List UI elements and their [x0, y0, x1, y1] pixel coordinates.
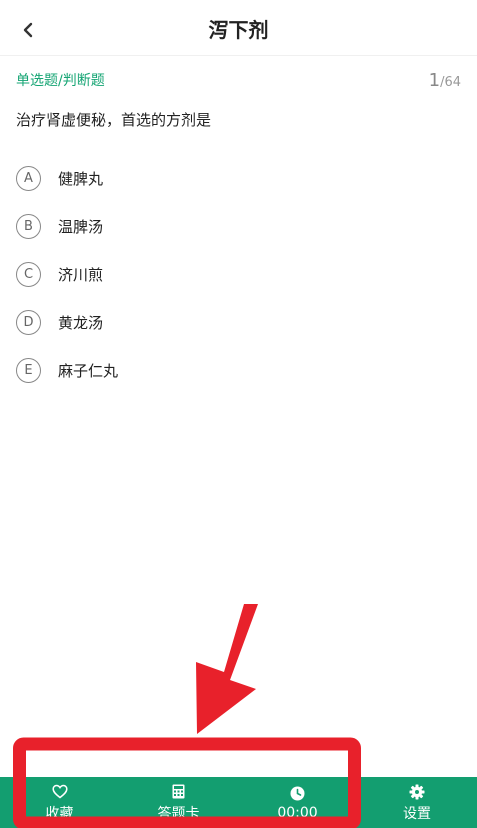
option-text: 健脾丸	[58, 170, 104, 189]
answer-card-label: 答题卡	[157, 805, 200, 822]
answer-options: A 健脾丸 B 温脾汤 C 济川煎 D 黄龙汤 E 麻子仁丸	[16, 155, 456, 394]
option-letter: D	[16, 309, 41, 335]
option-letter: A	[16, 166, 41, 192]
bottom-toolbar: 收藏 答题卡 00:00 设置	[0, 777, 477, 828]
option-a[interactable]: A 健脾丸	[16, 155, 456, 203]
timer-label: 00:00	[277, 804, 318, 821]
favorite-button[interactable]: 收藏	[0, 777, 119, 828]
answer-card-button[interactable]: 答题卡	[119, 777, 238, 828]
gear-icon	[409, 783, 425, 801]
red-arrow	[196, 604, 258, 734]
option-d[interactable]: D 黄龙汤	[16, 298, 456, 346]
top-bar: 泻下剂	[0, 0, 477, 56]
timer-button[interactable]: 00:00	[238, 777, 357, 828]
settings-label: 设置	[403, 805, 431, 822]
calculator-icon	[172, 783, 185, 801]
page-title: 泻下剂	[208, 18, 269, 42]
option-letter: C	[16, 261, 41, 287]
question-type-label: 单选题/判断题	[16, 73, 105, 89]
option-b[interactable]: B 温脾汤	[16, 203, 456, 251]
favorite-label: 收藏	[45, 805, 74, 822]
option-text: 黄龙汤	[58, 313, 104, 332]
clock-icon	[290, 785, 305, 803]
question-progress: 1/64	[429, 70, 461, 91]
option-text: 温脾汤	[58, 218, 104, 237]
option-text: 麻子仁丸	[58, 361, 119, 380]
option-e[interactable]: E 麻子仁丸	[16, 346, 456, 394]
heart-icon	[51, 783, 68, 801]
option-text: 济川煎	[58, 265, 104, 284]
option-c[interactable]: C 济川煎	[16, 251, 456, 299]
current-question-number: 1	[428, 70, 441, 91]
option-letter: B	[16, 214, 41, 240]
question-text: 治疗肾虚便秘，首选的方剂是	[16, 111, 212, 129]
option-letter: E	[16, 357, 41, 383]
total-questions: /64	[440, 75, 461, 90]
settings-button[interactable]: 设置	[357, 777, 477, 828]
